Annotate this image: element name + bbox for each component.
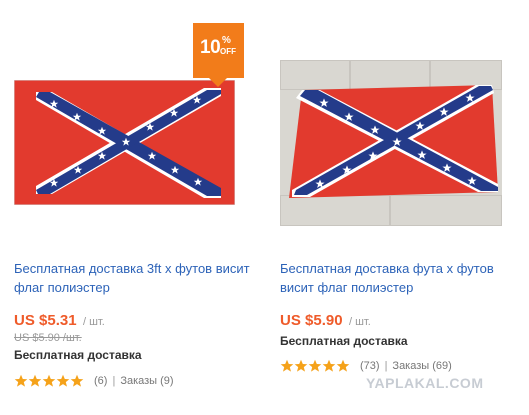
product-price: US $5.31 [14,312,77,329]
star-icon [308,359,322,372]
separator: | [384,360,388,372]
free-shipping-label: Бесплатная доставка [14,348,142,362]
separator: | [112,375,116,387]
star-icon [322,359,336,372]
star-icon [28,374,42,387]
discount-percent-sign: % [222,35,231,46]
product-title-link[interactable]: Бесплатная доставка фута х футов висит ф… [280,259,510,297]
free-shipping-label: Бесплатная доставка [280,334,408,348]
price-unit: / шт. [349,316,371,328]
star-icon [294,359,308,372]
site-watermark: YAPLAKAL.COM [366,375,484,391]
star-icon [336,359,350,372]
discount-badge: 10 % OFF [193,23,244,87]
price-unit: / шт. [83,316,105,328]
discount-percent: 10 [200,37,221,58]
reviews-count-link[interactable]: (6) [94,375,107,387]
star-icon [56,374,70,387]
product-card-left[interactable]: 10 % OFF Бесплатная доставка 3ft х футов… [0,0,265,415]
product-image-left[interactable] [14,80,235,205]
rating-row: (6) | Заказы (9) [14,374,174,388]
star-icon [14,374,28,387]
rating-row: (73) | Заказы (69) [280,359,452,373]
product-image-right[interactable] [280,60,502,226]
product-title-link[interactable]: Бесплатная доставка 3ft х футов висит фл… [14,259,254,297]
flag-image-right [289,85,498,198]
discount-off-label: OFF [220,47,236,56]
flag-image-left [14,80,235,205]
star-icon [42,374,56,387]
star-icon [70,374,84,387]
reviews-count-link[interactable]: (73) [360,360,380,372]
orders-count-link[interactable]: Заказы (9) [120,375,173,387]
original-price: US $5.90 /шт. [14,332,82,344]
star-icon [280,359,294,372]
orders-count-link[interactable]: Заказы (69) [392,360,451,372]
product-card-right[interactable]: Бесплатная доставка фута х футов висит ф… [266,0,529,415]
product-price: US $5.90 [280,312,343,329]
price-row: US $5.31 / шт. [14,312,105,330]
star-rating [280,359,350,373]
star-rating [14,374,84,388]
price-row: US $5.90 / шт. [280,312,371,330]
